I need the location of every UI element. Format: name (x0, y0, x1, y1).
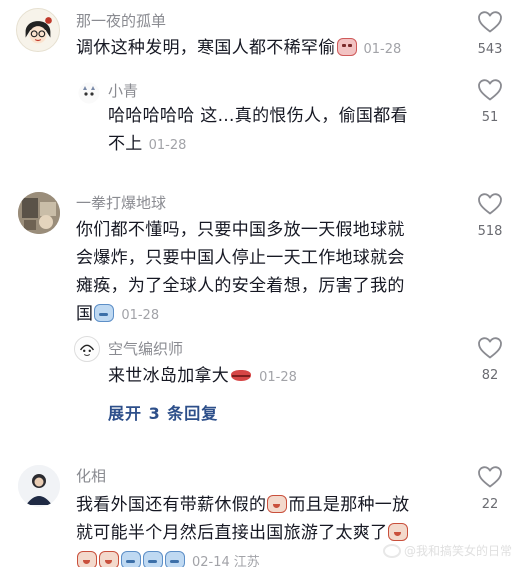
like-button[interactable]: 22 (468, 465, 512, 512)
comment-date: 01-28 (121, 308, 160, 323)
like-count: 518 (477, 224, 503, 239)
comment-body-line-3: 瘫痪，为了全球人的安全着想，厉害了我的 (76, 276, 405, 296)
comment-username[interactable]: 化相 (76, 465, 106, 486)
heart-icon[interactable] (477, 465, 503, 489)
crying-dog-emoji-icon (388, 523, 409, 541)
watermark-text: @我和搞笑女的日常 (403, 544, 512, 558)
heart-icon[interactable] (477, 78, 503, 102)
reply-body-line-1: 哈哈哈哈哈 这…真的恨伤人，偷国都看 (108, 106, 408, 126)
reply-date: 01-28 (148, 138, 187, 153)
photo-avatar-icon (18, 192, 60, 234)
crying-dog-emoji-icon (77, 551, 97, 567)
comment-body: 调休这种发明，寒国人都不稀罕偷 (76, 38, 336, 58)
reply-body-line-2: 不上 (108, 134, 143, 154)
reply-username[interactable]: 小青 (108, 80, 138, 101)
expand-replies-button[interactable]: 展开 3 条回复 (108, 400, 218, 424)
comment-text: 调休这种发明，寒国人都不稀罕偷 01-28 (76, 34, 446, 64)
reply-1: 小青 哈哈哈哈哈 这…真的恨伤人，偷国都看 不上 01-28 51 (0, 70, 520, 170)
like-count: 82 (481, 368, 499, 383)
reply-text: 哈哈哈哈哈 这…真的恨伤人，偷国都看 不上 01-28 (108, 102, 454, 160)
like-button[interactable]: 543 (468, 10, 512, 57)
like-count: 22 (481, 497, 499, 512)
reply-username[interactable]: 空气编织师 (108, 338, 183, 359)
cartoon-avatar-icon (17, 9, 59, 51)
comment-username[interactable]: 那一夜的孤单 (76, 10, 166, 31)
comment-date: 01-28 (363, 42, 402, 57)
comment-body-line-1: 你们都不懂吗，只要中国多放一天假地球就 (76, 220, 405, 240)
like-button[interactable]: 51 (468, 78, 512, 125)
comment-body-line-2: 就可能半个月然后直接出国旅游了太爽了 (76, 523, 388, 543)
avatar[interactable] (16, 8, 60, 52)
avatar[interactable] (18, 465, 60, 507)
blue-blush-emoji-icon (94, 304, 115, 322)
avatar[interactable] (78, 82, 100, 104)
weibo-logo-icon (382, 543, 401, 558)
blue-blush-emoji-icon (143, 551, 163, 567)
like-count: 51 (481, 110, 499, 125)
heart-icon[interactable] (477, 336, 503, 360)
comment-body-line-1a: 我看外国还有带薪休假的 (76, 495, 267, 515)
like-button[interactable]: 518 (468, 192, 512, 239)
comment-location: 江苏 (233, 555, 260, 567)
comment-username[interactable]: 一拳打爆地球 (76, 192, 166, 213)
avatar[interactable] (74, 336, 100, 362)
sketch-avatar-icon (75, 337, 99, 361)
comment-date: 02-14 (192, 555, 230, 567)
heart-icon[interactable] (477, 192, 503, 216)
like-button[interactable]: 82 (468, 336, 512, 383)
lips-emoji-icon (230, 366, 252, 384)
comment-2: 一拳打爆地球 你们都不懂吗，只要中国多放一天假地球就 会爆炸，只要中国人停止一天… (0, 180, 520, 330)
reply-2: 空气编织师 来世冰岛加拿大 01-28 82 (0, 330, 520, 390)
comment-body-line-4: 国 (76, 304, 94, 324)
comment-body-line-2: 会爆炸，只要中国人停止一天工作地球就会 (76, 248, 405, 268)
reply-date: 01-28 (259, 370, 297, 385)
blue-blush-emoji-icon (121, 551, 141, 567)
cry-emoji-icon (336, 38, 357, 56)
blue-blush-emoji-icon (165, 551, 185, 567)
reply-body: 来世冰岛加拿大 (108, 366, 230, 386)
heart-icon[interactable] (477, 10, 503, 34)
reply-text: 来世冰岛加拿大 01-28 (108, 362, 438, 392)
watermark: @我和搞笑女的日常 (382, 542, 512, 559)
comment-text: 你们都不懂吗，只要中国多放一天假地球就 会爆炸，只要中国人停止一天工作地球就会 … (76, 216, 456, 330)
comment-1: 那一夜的孤单 调休这种发明，寒国人都不稀罕偷 01-28 543 (0, 0, 520, 70)
crying-dog-emoji-icon (99, 551, 119, 567)
comment-body-line-1b: 而且是那种一放 (288, 495, 410, 515)
crying-dog-emoji-icon (267, 495, 288, 513)
person-avatar-icon (18, 465, 60, 507)
like-count: 543 (477, 42, 503, 57)
cat-ears-avatar-icon (78, 82, 100, 104)
avatar[interactable] (18, 192, 60, 234)
